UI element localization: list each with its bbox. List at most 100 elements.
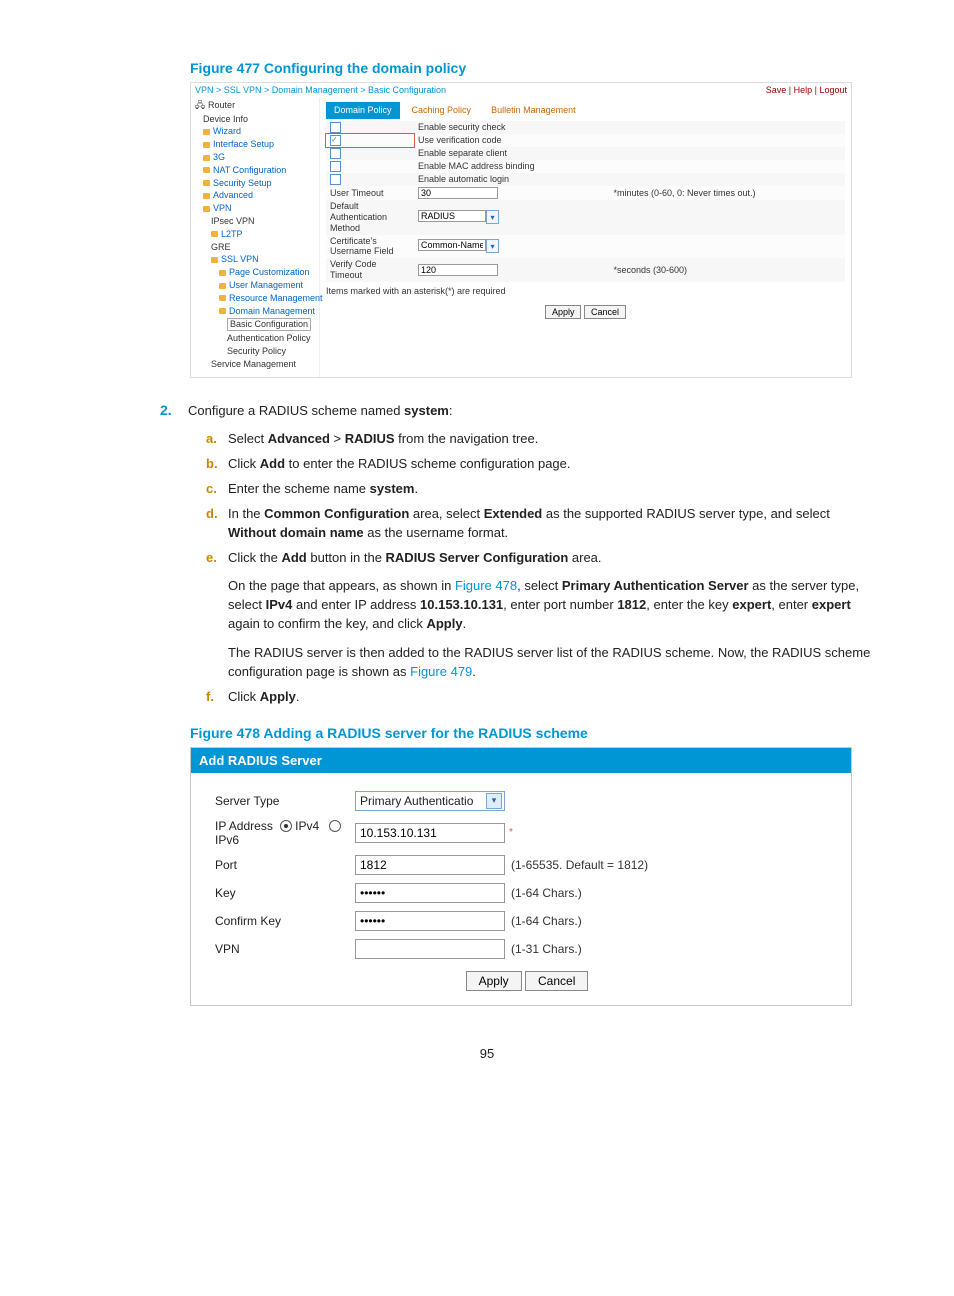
options-table: Enable security check Use verification c… [326,121,845,282]
chevron-down-icon[interactable]: ▾ [486,210,499,224]
folder-icon [203,167,210,173]
tab-domain-policy[interactable]: Domain Policy [326,102,400,119]
checkbox-enable-mac[interactable] [330,161,341,172]
label-use-verification: Use verification code [414,134,610,147]
step-letter-f: f. [206,688,228,707]
nav-res-mgmt[interactable]: Resource Management [195,292,315,305]
nav-auth-policy[interactable]: Authentication Policy [195,332,315,345]
nav-vpn[interactable]: VPN [195,202,315,215]
label-user-timeout: User Timeout [326,186,414,200]
cancel-button[interactable]: Cancel [584,305,626,319]
nav-device-info[interactable]: Device Info [195,113,315,126]
folder-icon [211,257,218,263]
hint-user-timeout: *minutes (0-60, 0: Never times out.) [610,186,846,200]
select-server-type[interactable]: Primary Authenticatio ▾ [355,791,505,811]
label-vpn: VPN [215,942,355,956]
step-number-2: 2. [160,402,188,713]
step-f-text: Click Apply. [228,688,874,707]
nav-page-cust[interactable]: Page Customization [195,266,315,279]
nav-gre[interactable]: GRE [195,241,315,254]
cancel-button[interactable]: Cancel [525,971,588,991]
input-port[interactable] [355,855,505,875]
nav-l2tp[interactable]: L2TP [195,228,315,241]
nav-tree: 🖧 Router Device Info Wizard Interface Se… [191,98,320,377]
link-figure-478[interactable]: Figure 478 [455,578,517,593]
apply-button[interactable]: Apply [545,305,582,319]
nav-service-mgmt[interactable]: Service Management [195,358,315,371]
checkbox-enable-auto[interactable] [330,174,341,185]
nav-ipsec[interactable]: IPsec VPN [195,215,315,228]
hint-verify-timeout: *seconds (30-600) [610,258,846,282]
folder-icon [203,206,210,212]
required-note: Items marked with an asterisk(*) are req… [326,286,845,297]
nav-3g[interactable]: 3G [195,151,315,164]
input-key[interactable] [355,883,505,903]
folder-icon [211,231,218,237]
step-c-text: Enter the scheme name system. [228,480,874,499]
select-cert-username[interactable] [418,239,486,251]
nav-nat[interactable]: NAT Configuration [195,164,315,177]
folder-icon [219,308,226,314]
label-cert-username: Certificate's Username Field [326,235,414,259]
folder-icon [203,155,210,161]
checkbox-enable-security[interactable] [330,122,341,133]
required-star-icon: * [509,827,513,838]
nav-sslvpn[interactable]: SSL VPN [195,253,315,266]
header-links[interactable]: Save | Help | Logout [766,85,847,96]
figure-477-title: Figure 477 Configuring the domain policy [100,60,874,76]
nav-root: 🖧 Router [195,100,315,111]
folder-icon [203,142,210,148]
label-verify-timeout: Verify Code Timeout [326,258,414,282]
label-enable-security: Enable security check [414,121,610,134]
folder-icon [203,193,210,199]
figure-478-screenshot: Add RADIUS Server Server Type Primary Au… [190,747,852,1006]
step-letter-e: e. [206,549,228,682]
nav-domain-mgmt[interactable]: Domain Management [195,305,315,318]
label-confirm-key: Confirm Key [215,914,355,928]
chevron-down-icon[interactable]: ▾ [486,239,499,253]
label-enable-separate: Enable separate client [414,147,610,160]
tab-caching-policy[interactable]: Caching Policy [404,102,480,119]
apply-button[interactable]: Apply [466,971,522,991]
label-key: Key [215,886,355,900]
checkbox-use-verification[interactable] [330,135,341,146]
step-d-text: In the Common Configuration area, select… [228,505,874,543]
hint-port: (1-65535. Default = 1812) [511,858,648,872]
label-enable-mac: Enable MAC address binding [414,160,610,173]
step-letter-b: b. [206,455,228,474]
step-a-text: Select Advanced > RADIUS from the naviga… [228,430,874,449]
breadcrumb: VPN > SSL VPN > Domain Management > Basi… [195,85,446,96]
checkbox-enable-separate[interactable] [330,148,341,159]
hint-key: (1-64 Chars.) [511,886,582,900]
step-b-text: Click Add to enter the RADIUS scheme con… [228,455,874,474]
input-verify-timeout[interactable] [418,264,498,276]
nav-user-mgmt[interactable]: User Management [195,279,315,292]
folder-icon [219,270,226,276]
nav-advanced[interactable]: Advanced [195,189,315,202]
label-port: Port [215,858,355,872]
input-ip-address[interactable] [355,823,505,843]
hint-confirm-key: (1-64 Chars.) [511,914,582,928]
nav-sec-policy[interactable]: Security Policy [195,345,315,358]
tab-bar: Domain Policy Caching Policy Bulletin Ma… [326,102,845,119]
chevron-down-icon[interactable]: ▾ [486,793,502,809]
nav-wizard[interactable]: Wizard [195,125,315,138]
input-confirm-key[interactable] [355,911,505,931]
hint-vpn: (1-31 Chars.) [511,942,582,956]
radio-ipv6[interactable] [329,820,341,832]
select-default-auth[interactable] [418,210,486,222]
input-vpn[interactable] [355,939,505,959]
link-figure-479[interactable]: Figure 479 [410,664,472,679]
folder-icon [219,283,226,289]
radio-ipv4[interactable] [280,820,292,832]
tab-bulletin[interactable]: Bulletin Management [483,102,584,119]
figure-477-screenshot: VPN > SSL VPN > Domain Management > Basi… [190,82,852,378]
step-letter-d: d. [206,505,228,543]
nav-security[interactable]: Security Setup [195,177,315,190]
input-user-timeout[interactable] [418,187,498,199]
step-letter-a: a. [206,430,228,449]
folder-icon [203,129,210,135]
label-enable-auto: Enable automatic login [414,173,610,186]
nav-interface-setup[interactable]: Interface Setup [195,138,315,151]
nav-basic-conf[interactable]: Basic Configuration [195,317,315,332]
